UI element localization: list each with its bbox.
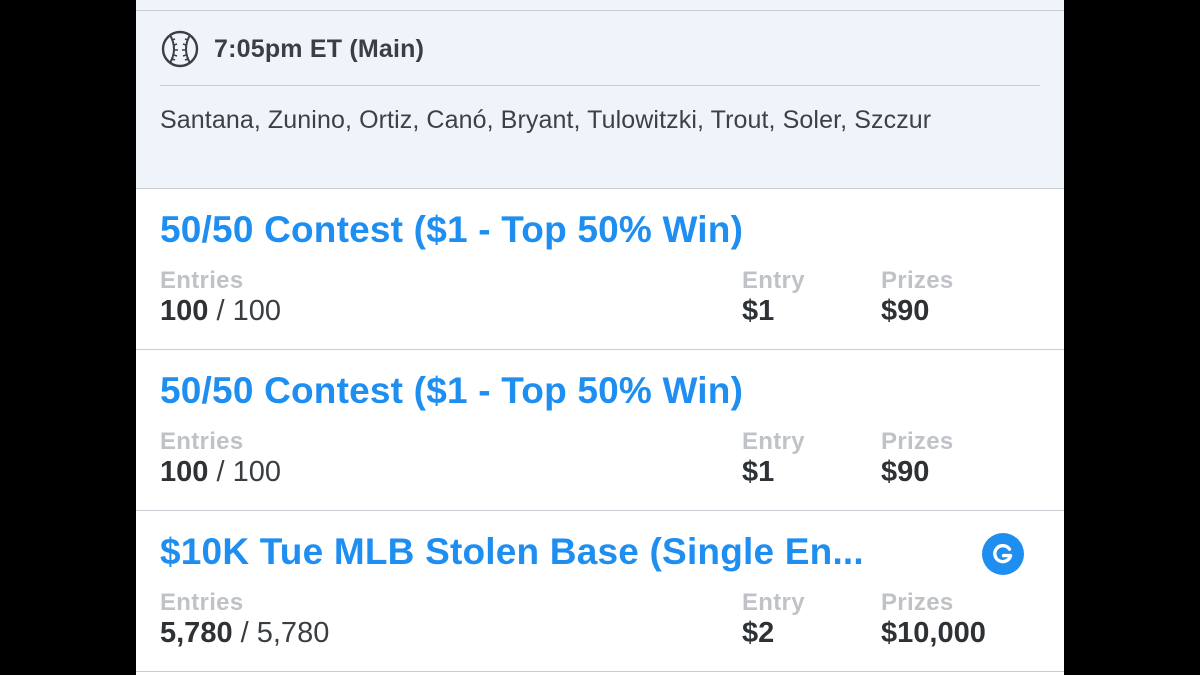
prizes-amount: $90 (881, 295, 930, 327)
contest-lobby-screen: 7:05pm ET (Main) Santana, Zunino, Ortiz,… (136, 0, 1064, 675)
prizes-label: Prizes (881, 428, 954, 455)
entry-fee-label: Entry (742, 267, 805, 294)
entry-fee-label: Entry (742, 428, 805, 455)
prizes-value: $90 (881, 295, 929, 328)
entry-fee-value: $1 (742, 295, 774, 328)
entries-separator: / (208, 456, 233, 488)
entries-label: Entries (160, 267, 244, 294)
entries-label: Entries (160, 428, 244, 455)
entries-total: 100 (232, 295, 281, 327)
entry-fee: $2 (742, 617, 775, 649)
prizes-value: $10,000 (881, 617, 986, 650)
contest-row[interactable]: 50/50 Contest ($1 - Top 50% Win) Entries… (136, 189, 1064, 350)
entries-filled: 5,780 (160, 617, 233, 649)
entry-fee: $1 (742, 456, 775, 488)
contest-title[interactable]: 50/50 Contest ($1 - Top 50% Win) (160, 209, 743, 251)
featured-players: Santana, Zunino, Ortiz, Canó, Bryant, Tu… (160, 106, 932, 134)
contest-row[interactable]: 50/50 Contest ($1 - Top 50% Win) Entries… (136, 350, 1064, 511)
entries-value: 100 / 100 (160, 295, 281, 328)
guaranteed-icon (982, 533, 1024, 575)
entry-fee-value: $2 (742, 617, 774, 650)
prizes-label: Prizes (881, 589, 954, 616)
entries-total: 100 (232, 456, 281, 488)
entries-filled: 100 (160, 295, 209, 327)
entries-filled: 100 (160, 456, 209, 488)
slate-time-row: 7:05pm ET (Main) (160, 27, 424, 71)
header-divider (160, 85, 1040, 86)
entries-value: 5,780 / 5,780 (160, 617, 329, 650)
slate-time-label: 7:05pm ET (Main) (214, 34, 425, 63)
entries-separator: / (232, 617, 257, 649)
entries-label: Entries (160, 589, 244, 616)
entry-fee: $1 (742, 295, 775, 327)
entries-value: 100 / 100 (160, 456, 281, 489)
baseball-icon (160, 29, 200, 69)
entry-fee-label: Entry (742, 589, 805, 616)
entry-fee-value: $1 (742, 456, 774, 489)
slate-header: 7:05pm ET (Main) Santana, Zunino, Ortiz,… (136, 0, 1064, 189)
contest-title[interactable]: 50/50 Contest ($1 - Top 50% Win) (160, 370, 743, 412)
contest-title[interactable]: $10K Tue MLB Stolen Base (Single En... (160, 531, 864, 573)
entries-total: 5,780 (256, 617, 330, 649)
prizes-value: $90 (881, 456, 929, 489)
contest-row[interactable]: $10K Tue MLB Stolen Base (Single En... E… (136, 511, 1064, 672)
top-divider (136, 10, 1064, 11)
prizes-label: Prizes (881, 267, 954, 294)
prizes-amount: $90 (881, 456, 930, 488)
prizes-amount: $10,000 (881, 617, 986, 649)
entries-separator: / (208, 295, 233, 327)
